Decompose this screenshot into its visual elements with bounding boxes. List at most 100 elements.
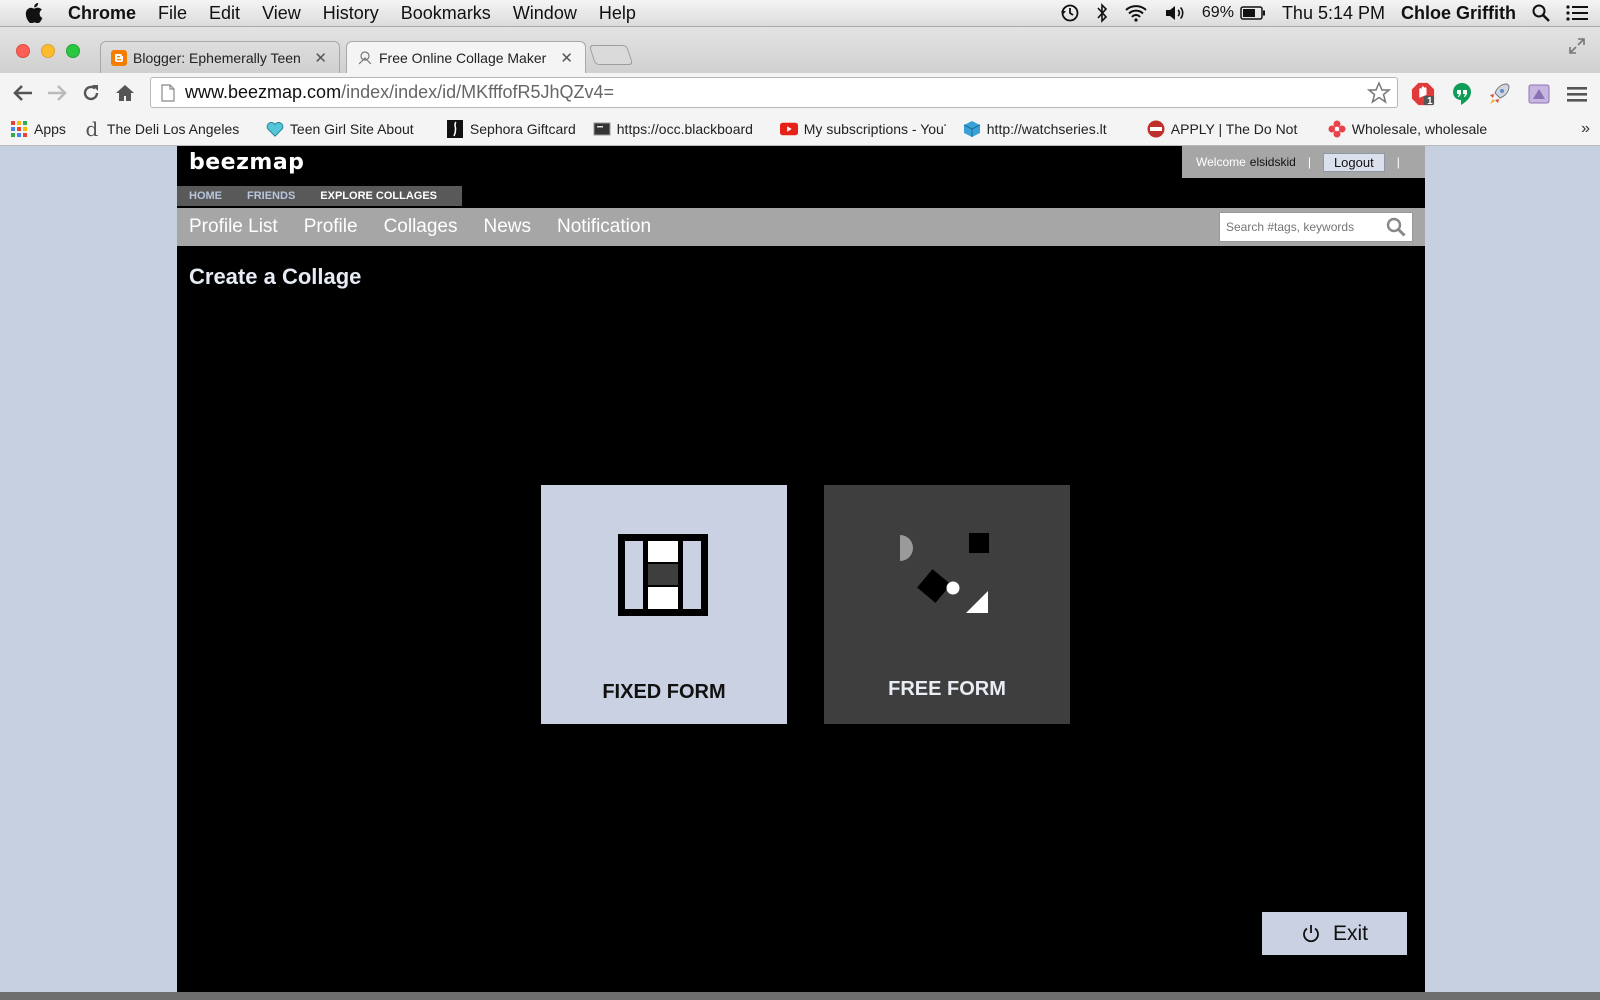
adblock-extension-icon[interactable]: 1 xyxy=(1411,82,1435,107)
bookmark-teen-girl-site[interactable]: Teen Girl Site About xyxy=(266,120,429,138)
battery-percent[interactable]: 69% xyxy=(1202,4,1234,22)
back-arrow-icon xyxy=(13,85,32,101)
subnav-news[interactable]: News xyxy=(484,216,532,238)
bookmark-sephora[interactable]: Sephora Giftcard xyxy=(446,120,576,138)
url-path: /index/index/id/MKfffofR5JhQZv4= xyxy=(341,82,615,102)
page-icon xyxy=(161,83,175,102)
bookmark-deli[interactable]: d The Deli Los Angeles xyxy=(83,117,249,141)
search-input[interactable] xyxy=(1220,220,1378,234)
spotlight-search-icon[interactable] xyxy=(1532,4,1550,22)
browser-toolbar: www.beezmap.com/index/index/id/MKfffofR5… xyxy=(0,73,1600,113)
fixed-form-button[interactable]: FIXED FORM xyxy=(541,485,787,724)
deli-icon: d xyxy=(85,117,99,141)
exit-label: Exit xyxy=(1332,921,1368,945)
browser-tab-strip: Blogger: Ephemerally Teen ✕ Free Online … xyxy=(0,27,1600,73)
battery-icon[interactable] xyxy=(1240,6,1266,20)
username: elsidskid xyxy=(1249,155,1296,169)
heart-icon xyxy=(266,120,284,138)
time-machine-icon[interactable] xyxy=(1060,3,1080,23)
youtube-icon xyxy=(779,120,798,138)
logout-button[interactable]: Logout xyxy=(1322,152,1385,172)
apps-grid-icon xyxy=(10,120,28,138)
menu-window[interactable]: Window xyxy=(513,3,577,24)
search-icon[interactable] xyxy=(1386,217,1406,237)
subnav-collages[interactable]: Collages xyxy=(384,216,458,238)
tab-title: Blogger: Ephemerally Teen xyxy=(133,49,301,66)
wifi-icon[interactable] xyxy=(1124,4,1148,22)
tab-blogger[interactable]: Blogger: Ephemerally Teen ✕ xyxy=(100,41,340,73)
nav-home[interactable]: HOME xyxy=(189,190,222,202)
new-tab-button[interactable] xyxy=(588,45,634,65)
beezmap-icon xyxy=(358,50,372,64)
top-nav: HOME FRIENDS EXPLORE COLLAGES xyxy=(177,186,463,206)
fixed-form-grid-icon xyxy=(618,534,708,616)
menu-clock[interactable]: Thu 5:14 PM xyxy=(1282,3,1385,24)
nav-explore-collages[interactable]: EXPLORE COLLAGES xyxy=(320,190,437,202)
menu-app-name[interactable]: Chrome xyxy=(68,3,136,24)
address-bar[interactable]: www.beezmap.com/index/index/id/MKfffofR5… xyxy=(150,77,1398,108)
close-window-button[interactable] xyxy=(16,44,30,58)
reload-button[interactable] xyxy=(74,76,108,110)
menu-view[interactable]: View xyxy=(262,3,301,24)
site-logo[interactable]: beezmap xyxy=(189,150,304,175)
back-button[interactable] xyxy=(6,76,40,110)
home-icon xyxy=(116,85,134,101)
blogger-icon xyxy=(111,49,127,66)
menu-user-name[interactable]: Chloe Griffith xyxy=(1401,3,1516,24)
sub-nav: Profile List Profile Collages News Notif… xyxy=(177,208,1425,246)
welcome-box: Welcome elsidskid | Logout | xyxy=(1182,146,1425,178)
more-bookmarks-chevron-icon[interactable]: » xyxy=(1581,120,1590,138)
cube-icon xyxy=(963,120,981,138)
tab-collage-maker[interactable]: Free Online Collage Maker ✕ xyxy=(346,41,586,73)
menu-bookmarks[interactable]: Bookmarks xyxy=(401,3,491,24)
subnav-profile[interactable]: Profile xyxy=(304,216,358,238)
fixed-form-label: FIXED FORM xyxy=(602,681,726,703)
menu-edit[interactable]: Edit xyxy=(209,3,240,24)
menu-history[interactable]: History xyxy=(323,3,379,24)
bookmark-wholesale[interactable]: Wholesale, wholesale xyxy=(1328,120,1494,138)
sephora-icon xyxy=(446,120,464,138)
divider: | xyxy=(1396,155,1400,169)
close-tab-icon[interactable]: ✕ xyxy=(314,49,327,67)
window-bottom-edge xyxy=(0,992,1600,1000)
chrome-menu-icon[interactable] xyxy=(1565,82,1589,106)
tab-title: Free Online Collage Maker xyxy=(379,49,547,66)
forward-button[interactable] xyxy=(40,76,74,110)
free-form-button[interactable]: FREE FORM xyxy=(824,485,1070,724)
divider: | xyxy=(1307,155,1311,169)
fullscreen-icon[interactable] xyxy=(1568,37,1586,60)
free-form-label: FREE FORM xyxy=(888,678,1006,700)
search-box xyxy=(1219,212,1413,242)
bookmark-youtube[interactable]: My subscriptions - YouTube xyxy=(779,120,946,138)
macos-menu-bar: Chrome File Edit View History Bookmarks … xyxy=(0,0,1600,27)
apple-menu-icon[interactable] xyxy=(0,3,68,23)
apply-icon xyxy=(1147,120,1165,138)
bookmark-apply[interactable]: APPLY | The Do Not xyxy=(1147,120,1311,138)
bookmark-star-icon[interactable] xyxy=(1367,80,1391,105)
bookmark-apps[interactable]: Apps xyxy=(10,120,66,138)
minimize-window-button[interactable] xyxy=(41,44,55,58)
nav-friends[interactable]: FRIENDS xyxy=(247,190,295,202)
volume-icon[interactable] xyxy=(1164,4,1186,22)
exit-button[interactable]: Exit xyxy=(1262,912,1407,955)
zoom-window-button[interactable] xyxy=(66,44,80,58)
bookmarks-bar: Apps d The Deli Los Angeles Teen Girl Si… xyxy=(0,113,1600,146)
close-tab-icon[interactable]: ✕ xyxy=(560,49,573,67)
rocket-extension-icon[interactable] xyxy=(1487,82,1511,106)
beezmap-page: beezmap Welcome elsidskid | Logout | HOM… xyxy=(177,146,1425,992)
bookmark-watchseries[interactable]: http://watchseries.lt xyxy=(963,120,1130,138)
menu-help[interactable]: Help xyxy=(599,3,636,24)
menu-file[interactable]: File xyxy=(158,3,187,24)
bookmark-blackboard[interactable]: https://occ.blackboard xyxy=(593,120,763,138)
reload-icon xyxy=(83,85,99,101)
subnav-notification[interactable]: Notification xyxy=(557,216,651,238)
bluetooth-icon[interactable] xyxy=(1096,3,1108,23)
subnav-profile-list[interactable]: Profile List xyxy=(189,216,278,238)
forward-arrow-icon xyxy=(48,85,67,101)
power-icon xyxy=(1301,924,1321,944)
notification-center-icon[interactable] xyxy=(1566,4,1588,22)
welcome-label: Welcome xyxy=(1196,155,1246,169)
hangouts-extension-icon[interactable] xyxy=(1450,82,1474,106)
home-button[interactable] xyxy=(108,76,142,110)
purple-extension-icon[interactable] xyxy=(1527,82,1551,106)
